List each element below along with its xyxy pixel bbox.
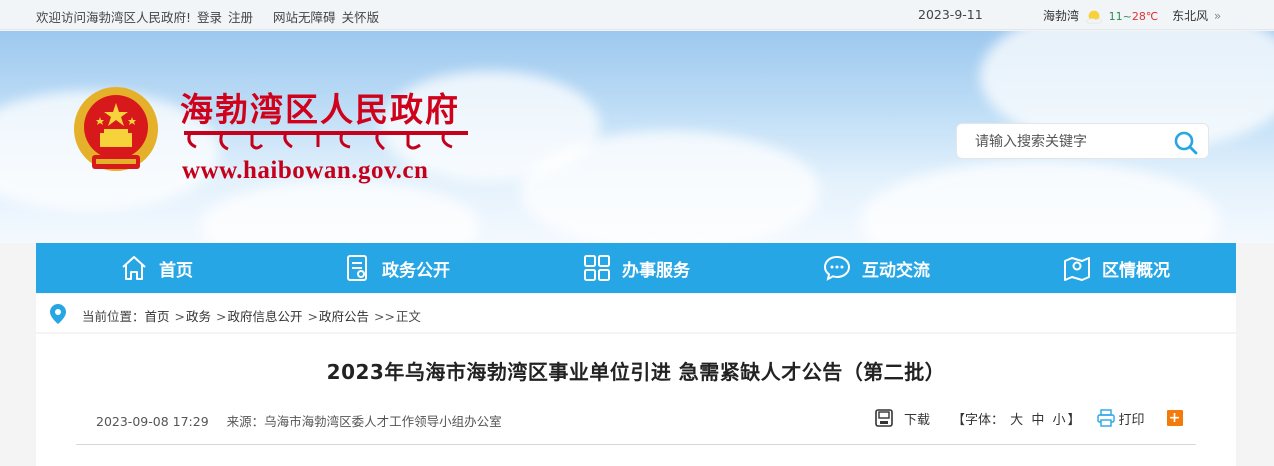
breadcrumb-separator: > bbox=[307, 309, 318, 324]
search-input[interactable] bbox=[975, 132, 1165, 152]
breadcrumb-item[interactable]: 政府信息公开 bbox=[227, 309, 302, 324]
register-link[interactable]: 注册 bbox=[228, 10, 253, 25]
source-value: 乌海市海勃湾区委人才工作领导小组办公室 bbox=[264, 414, 502, 429]
breadcrumb-item[interactable]: 政府公告 bbox=[319, 309, 369, 324]
breadcrumb-text: 当前位置：首页 >政务 >政府信息公开 >政府公告 >>正文 bbox=[82, 306, 421, 325]
source-label: 来源： bbox=[226, 414, 265, 429]
font-label: 【字体： bbox=[952, 412, 1005, 428]
nav-label: 首页 bbox=[159, 260, 193, 281]
download-icon[interactable] bbox=[874, 408, 894, 428]
search-icon[interactable] bbox=[1173, 130, 1199, 156]
article-panel: 2023年乌海市海勃湾区事业单位引进 急需紧缺人才公告（第二批） 2023-09… bbox=[36, 334, 1236, 466]
nav-item-government-affairs[interactable]: 政务公开 bbox=[276, 243, 516, 293]
main-nav: 首页 政务公开 办事服务 互动交流 区情概况 bbox=[36, 243, 1236, 293]
font-end: 】 bbox=[1067, 412, 1081, 428]
cloud-decoration bbox=[520, 131, 820, 243]
breadcrumb-item[interactable]: 首页 bbox=[145, 309, 170, 324]
search-box bbox=[956, 123, 1209, 159]
national-emblem-logo[interactable] bbox=[70, 83, 162, 179]
document-icon bbox=[347, 255, 367, 281]
nav-item-interaction[interactable]: 互动交流 bbox=[756, 243, 996, 293]
wind-text: 东北风 bbox=[1172, 9, 1209, 23]
breadcrumb-separator: > bbox=[174, 309, 185, 324]
grid-icon bbox=[584, 255, 610, 281]
location-pin-icon bbox=[50, 304, 66, 324]
nav-label: 政务公开 bbox=[382, 260, 450, 281]
font-large-button[interactable]: 大 bbox=[1010, 413, 1023, 428]
top-links: 欢迎访问海勃湾区人民政府! 登录 注册 网站无障碍 关怀版 bbox=[36, 7, 385, 26]
article-meta: 2023-09-08 17:29 来源：乌海市海勃湾区委人才工作领导小组办公室 bbox=[96, 411, 502, 430]
breadcrumb: 当前位置：首页 >政务 >政府信息公开 >政府公告 >>正文 bbox=[36, 294, 1236, 332]
cloud-decoration bbox=[200, 181, 480, 243]
chat-icon bbox=[823, 255, 851, 281]
accessible-link[interactable]: 网站无障碍 bbox=[273, 10, 336, 25]
login-link[interactable]: 登录 bbox=[197, 10, 222, 25]
welcome-text: 欢迎访问海勃湾区人民政府! bbox=[36, 10, 192, 25]
download-button[interactable]: 下载 bbox=[904, 409, 930, 428]
care-mode-link[interactable]: 关怀版 bbox=[342, 10, 380, 25]
nav-item-services[interactable]: 办事服务 bbox=[516, 243, 756, 293]
home-icon bbox=[122, 256, 146, 280]
mongolian-script-title bbox=[184, 131, 468, 151]
top-bar: 欢迎访问海勃湾区人民政府! 登录 注册 网站无障碍 关怀版 2023-9-11 海勃湾 … bbox=[0, 0, 1274, 30]
nav-item-home[interactable]: 首页 bbox=[36, 243, 276, 293]
site-url[interactable]: www.haibowan.gov.cn bbox=[182, 157, 428, 185]
font-size-control: 【字体： 大 中 小】 bbox=[952, 409, 1081, 428]
divider bbox=[76, 444, 1196, 445]
article-tools: 下载 【字体： 大 中 小】 打印 + bbox=[874, 408, 1183, 428]
breadcrumb-prefix: 当前位置： bbox=[82, 309, 145, 324]
weather-more-icon[interactable]: » bbox=[1214, 9, 1221, 23]
publish-datetime: 2023-09-08 17:29 bbox=[96, 414, 209, 429]
nav-label: 互动交流 bbox=[862, 260, 930, 281]
sunny-icon bbox=[1086, 10, 1103, 24]
breadcrumb-current: 正文 bbox=[395, 309, 421, 324]
site-title: 海勃湾区人民政府 bbox=[180, 90, 460, 129]
weather-city: 海勃湾 bbox=[1043, 9, 1080, 23]
print-icon[interactable] bbox=[1096, 409, 1115, 427]
cloud-decoration bbox=[860, 161, 1220, 243]
map-icon bbox=[1064, 257, 1090, 281]
share-plus-button[interactable]: + bbox=[1166, 410, 1183, 426]
temperature: 11~28℃ bbox=[1109, 10, 1159, 23]
header-banner: 海勃湾区人民政府 www.haibowan.gov.cn bbox=[0, 31, 1274, 243]
font-medium-button[interactable]: 中 bbox=[1031, 413, 1044, 428]
breadcrumb-item[interactable]: 政务 bbox=[186, 309, 211, 324]
nav-label: 区情概况 bbox=[1102, 260, 1170, 281]
temp-low: 11~ bbox=[1108, 10, 1132, 23]
breadcrumb-separator: >> bbox=[373, 309, 395, 324]
temp-high: 28℃ bbox=[1131, 10, 1159, 23]
date-display: 2023-9-11 bbox=[918, 7, 983, 22]
print-button[interactable]: 打印 bbox=[1119, 409, 1145, 428]
weather-widget: 海勃湾 11~28℃ 东北风 » bbox=[1043, 7, 1221, 25]
article-title: 2023年乌海市海勃湾区事业单位引进 急需紧缺人才公告（第二批） bbox=[326, 360, 946, 384]
font-small-button[interactable]: 小 bbox=[1052, 413, 1065, 428]
breadcrumb-separator: > bbox=[216, 309, 227, 324]
nav-item-district-overview[interactable]: 区情概况 bbox=[996, 243, 1236, 293]
nav-label: 办事服务 bbox=[622, 260, 690, 281]
